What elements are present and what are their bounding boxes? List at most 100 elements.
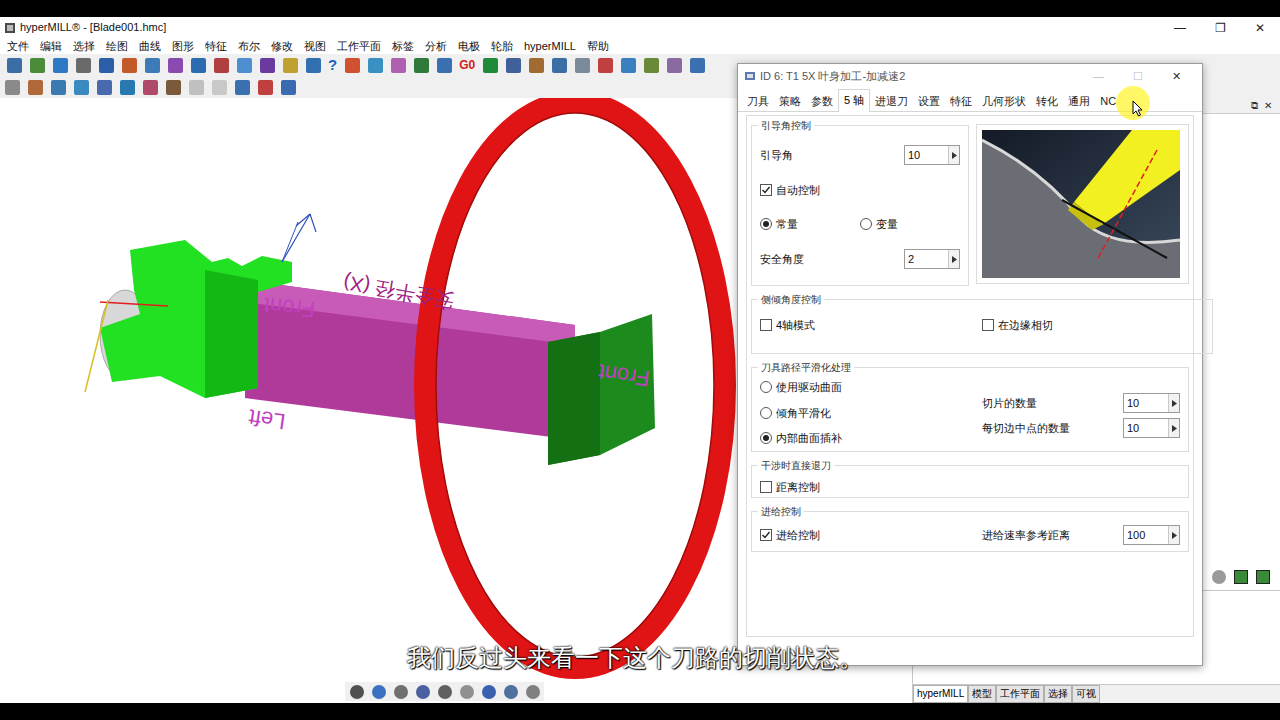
menu-item[interactable]: 修改	[271, 41, 293, 52]
view-button[interactable]	[523, 683, 542, 700]
number-field[interactable]: 10	[1123, 393, 1180, 413]
view-button[interactable]	[435, 683, 454, 700]
toolbar-button[interactable]	[186, 77, 206, 97]
toolbar-button[interactable]	[503, 55, 523, 75]
view-button[interactable]	[347, 683, 366, 700]
toolbar-button[interactable]	[618, 55, 638, 75]
toolbar-button[interactable]	[140, 77, 160, 97]
view-button[interactable]	[413, 683, 432, 700]
spin-button[interactable]	[1168, 394, 1179, 412]
tab[interactable]: 策略	[774, 91, 806, 111]
toolbar-button[interactable]	[117, 77, 137, 97]
toolbar-button[interactable]	[27, 55, 47, 75]
toolbar-button[interactable]	[211, 55, 231, 75]
window-control[interactable]: —	[1160, 19, 1200, 37]
toolbar-button[interactable]	[480, 55, 500, 75]
toolbar-button[interactable]	[96, 55, 116, 75]
checkbox[interactable]	[982, 319, 994, 331]
checkbox[interactable]	[760, 529, 772, 541]
view-button[interactable]	[369, 683, 388, 700]
tab[interactable]: 进退刀	[870, 91, 913, 111]
panel-tab[interactable]: 可视	[1072, 685, 1100, 703]
menu-item[interactable]: 分析	[425, 41, 447, 52]
tab[interactable]: 转化	[1031, 91, 1063, 111]
toolbar-button[interactable]	[411, 55, 431, 75]
toolbar-button[interactable]	[119, 55, 139, 75]
tab[interactable]: 几何形状	[977, 91, 1031, 111]
g0-button[interactable]: G0	[457, 56, 477, 74]
toolbar-button[interactable]	[25, 77, 45, 97]
toolbar-button[interactable]	[257, 55, 277, 75]
menu-item[interactable]: 布尔	[238, 41, 260, 52]
menu-item[interactable]: 文件	[7, 41, 29, 52]
checkbox[interactable]	[760, 481, 772, 493]
toolbar-button[interactable]	[209, 77, 229, 97]
db-icon[interactable]	[1212, 570, 1226, 584]
toolbar-button[interactable]	[664, 55, 684, 75]
window-control[interactable]: ✕	[1240, 19, 1280, 37]
spin-button[interactable]	[1168, 526, 1179, 544]
number-field[interactable]: 10	[1123, 418, 1180, 438]
toolbar-button[interactable]	[234, 55, 254, 75]
toolbar-button[interactable]	[365, 55, 385, 75]
toolbar-button[interactable]	[595, 55, 615, 75]
checkbox[interactable]	[760, 319, 772, 331]
radio[interactable]	[760, 432, 772, 444]
toolbar-button[interactable]	[303, 55, 323, 75]
checkbox[interactable]	[760, 184, 772, 196]
menu-item[interactable]: 工作平面	[337, 41, 381, 52]
toolbar-button[interactable]	[188, 55, 208, 75]
toolbar-button[interactable]	[50, 55, 70, 75]
radio[interactable]	[860, 218, 872, 230]
toolbar-button[interactable]	[388, 55, 408, 75]
toolbar-button[interactable]	[572, 55, 592, 75]
menu-item[interactable]: 轮胎	[491, 41, 513, 52]
number-value[interactable]: 10	[905, 146, 948, 164]
toolbar-button[interactable]	[165, 55, 185, 75]
menu-item[interactable]: 视图	[304, 41, 326, 52]
toolbar-button[interactable]	[526, 55, 546, 75]
toolbar-button[interactable]	[278, 77, 298, 97]
number-field[interactable]: 2	[904, 249, 960, 269]
menu-item[interactable]: 图形	[172, 41, 194, 52]
menu-item[interactable]: 帮助	[587, 41, 609, 52]
menu-item[interactable]: 标签	[392, 41, 414, 52]
number-value[interactable]: 10	[1124, 394, 1168, 412]
panel-tab[interactable]: hyperMILL	[913, 685, 968, 703]
window-control[interactable]: ❐	[1200, 19, 1240, 37]
view-button[interactable]	[457, 683, 476, 700]
panel-tab[interactable]: 工作平面	[996, 685, 1044, 703]
toolbar-button[interactable]	[687, 55, 707, 75]
help-button[interactable]: ?	[326, 54, 339, 77]
tab[interactable]: 参数	[806, 91, 838, 111]
spin-button[interactable]	[1168, 419, 1179, 437]
panel-control[interactable]: ✕	[1264, 101, 1272, 111]
toolbar-button[interactable]	[71, 77, 91, 97]
radio[interactable]	[760, 381, 772, 393]
toolbar-button[interactable]	[73, 55, 93, 75]
toolbar-button[interactable]	[434, 55, 454, 75]
menu-item[interactable]: hyperMILL	[524, 41, 576, 52]
tab[interactable]: 刀具	[742, 91, 774, 111]
number-value[interactable]: 10	[1124, 419, 1168, 437]
toolbar-button[interactable]	[163, 77, 183, 97]
tab[interactable]: 特征	[945, 91, 977, 111]
dialog-control[interactable]: —	[1079, 68, 1118, 85]
menu-item[interactable]: 选择	[73, 41, 95, 52]
menu-item[interactable]: 电极	[458, 41, 480, 52]
toolbar-button[interactable]	[280, 55, 300, 75]
toolbar-button[interactable]	[94, 77, 114, 97]
view-button[interactable]	[479, 683, 498, 700]
dialog-control[interactable]: ✕	[1157, 68, 1196, 85]
toolbar-button[interactable]	[641, 55, 661, 75]
number-value[interactable]: 100	[1124, 526, 1168, 544]
menu-item[interactable]: 编辑	[40, 41, 62, 52]
menu-item[interactable]: 绘图	[106, 41, 128, 52]
number-field[interactable]: 100	[1123, 525, 1180, 545]
spin-button[interactable]	[948, 146, 959, 164]
number-value[interactable]: 2	[905, 250, 948, 268]
view-button[interactable]	[501, 683, 520, 700]
menu-item[interactable]: 特征	[205, 41, 227, 52]
toolbar-button[interactable]	[48, 77, 68, 97]
edit-icon[interactable]	[1234, 570, 1248, 584]
